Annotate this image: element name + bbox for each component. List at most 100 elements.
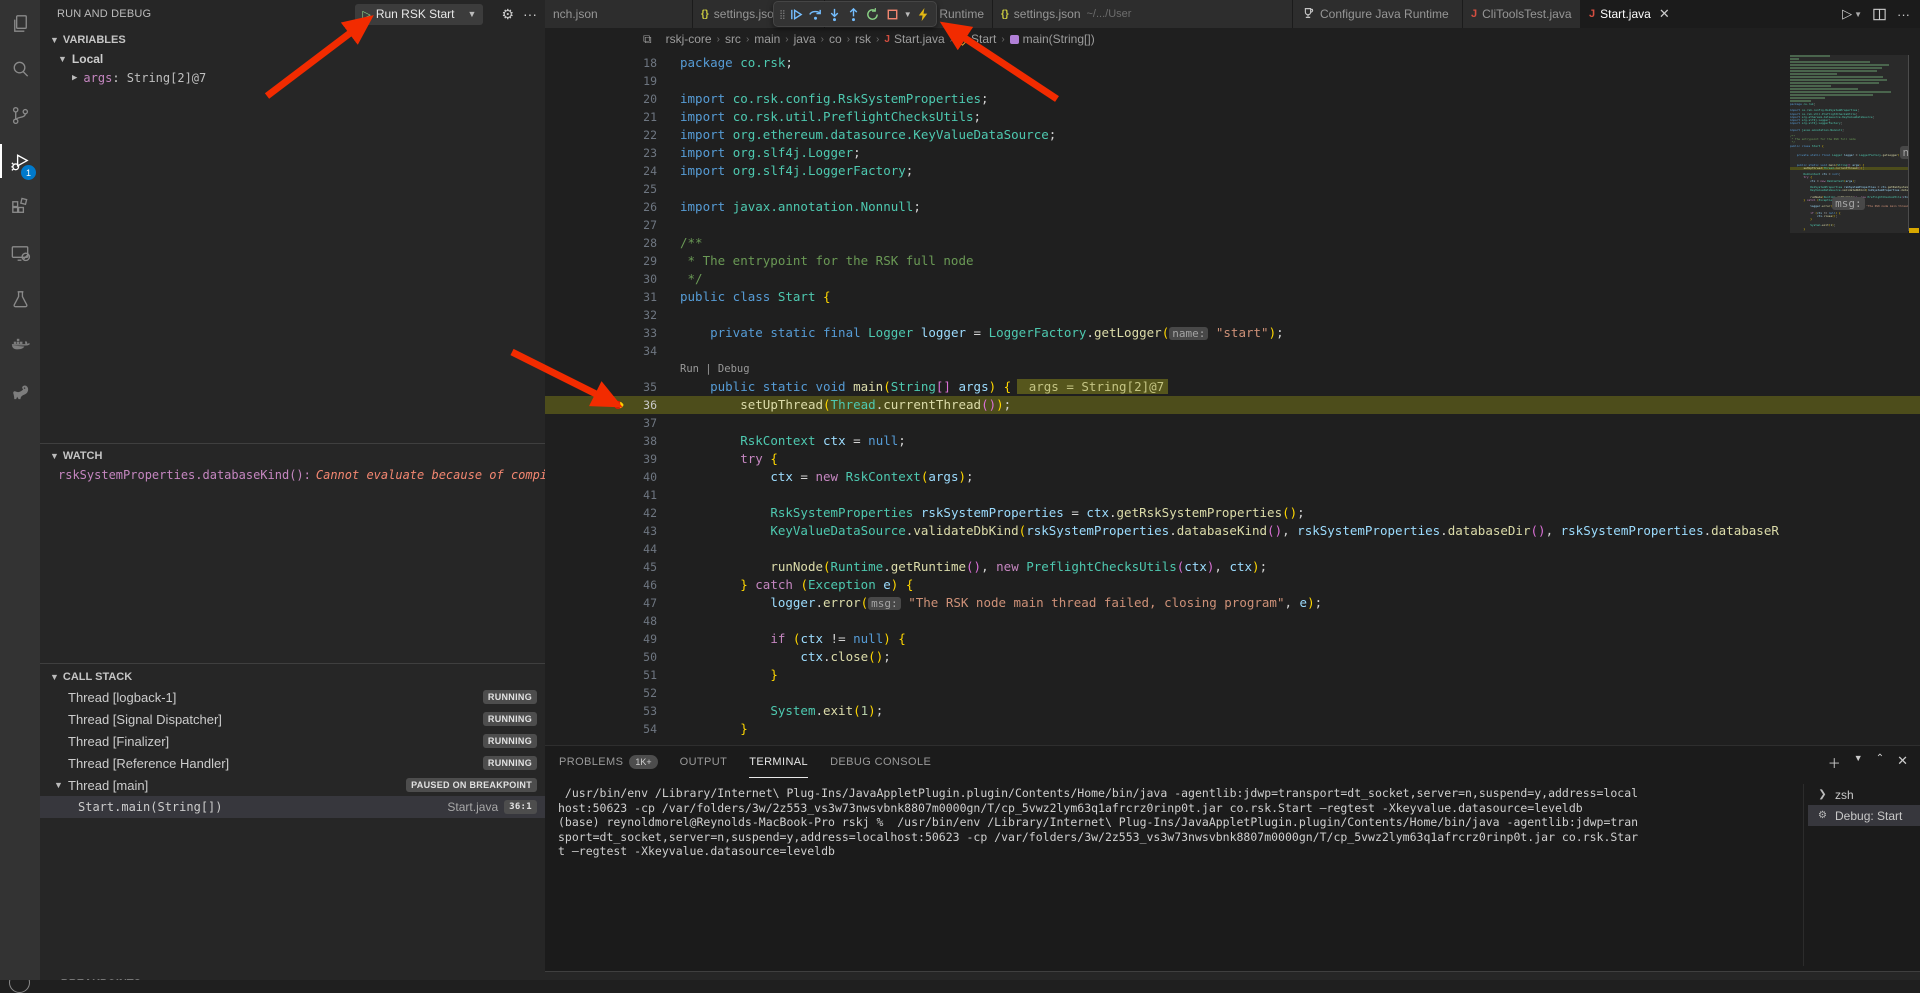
line-number[interactable]: 39 <box>545 450 657 468</box>
line-number[interactable]: 46 <box>545 576 657 594</box>
breadcrumb-item-start[interactable]: Start <box>958 32 996 46</box>
explorer-icon[interactable] <box>0 0 40 46</box>
call-stack-thread-row[interactable]: Thread [Finalizer]RUNNING <box>40 730 545 752</box>
code-line-34[interactable]: 34 <box>545 342 1920 360</box>
code-line-18[interactable]: 18package co.rsk; <box>545 54 1920 72</box>
code-line-21[interactable]: 21import co.rsk.util.PreflightChecksUtil… <box>545 108 1920 126</box>
step-over-icon[interactable] <box>808 7 823 22</box>
code-line-19[interactable]: 19 <box>545 72 1920 90</box>
tab-configure-java-runtime[interactable]: Configure Java Runtime <box>1293 0 1463 28</box>
code-line-54[interactable]: 54 } <box>545 720 1920 738</box>
line-number[interactable]: 26 <box>545 198 657 216</box>
minimap[interactable]: package co.rsk; import co.rsk.config.Rsk… <box>1790 55 1908 255</box>
breadcrumb-item-start-java[interactable]: JStart.java <box>884 32 944 46</box>
hot-code-replace-icon[interactable] <box>916 7 931 22</box>
line-number[interactable]: 49 <box>545 630 657 648</box>
code-line-29[interactable]: 29 * The entrypoint for the RSK full nod… <box>545 252 1920 270</box>
line-number[interactable]: 54 <box>545 720 657 738</box>
panel-tab-terminal[interactable]: TERMINAL <box>749 746 808 778</box>
code-line-33[interactable]: 33 private static final Logger logger = … <box>545 324 1920 342</box>
tab-start-java[interactable]: JStart.java✕ <box>1581 0 1678 28</box>
watch-expression-row[interactable]: rskSystemProperties.databaseKind(): Cann… <box>40 465 545 484</box>
line-number[interactable]: 47 <box>545 594 657 612</box>
line-number[interactable]: 50 <box>545 648 657 666</box>
variable-row-args[interactable]: ▶ args : String[2]@7 <box>40 68 545 87</box>
code-line-39[interactable]: 39 try { <box>545 450 1920 468</box>
breadcrumb-item-rsk[interactable]: rsk <box>855 32 871 46</box>
call-stack-section-header[interactable]: ▼ CALL STACK <box>40 667 545 686</box>
line-number[interactable]: 32 <box>545 306 657 324</box>
code-line-35[interactable]: 35 public static void main(String[] args… <box>545 378 1920 396</box>
run-and-debug-icon[interactable]: 1 <box>0 138 40 184</box>
line-number[interactable]: 44 <box>545 540 657 558</box>
run-or-debug-button[interactable]: ▷▼ <box>1842 6 1862 22</box>
extensions-icon[interactable] <box>0 184 40 230</box>
code-line-28[interactable]: 28/** <box>545 234 1920 252</box>
code-line-41[interactable]: 41 <box>545 486 1920 504</box>
line-number[interactable]: 38 <box>545 432 657 450</box>
code-line-53[interactable]: 53 System.exit(1); <box>545 702 1920 720</box>
line-number[interactable]: 28 <box>545 234 657 252</box>
close-icon[interactable]: ✕ <box>1659 6 1670 22</box>
breadcrumb-item-rskj-core[interactable]: rskj-core <box>666 32 712 46</box>
source-control-icon[interactable] <box>0 92 40 138</box>
code-line-45[interactable]: 45 runNode(Runtime.getRuntime(), new Pre… <box>545 558 1920 576</box>
line-number[interactable]: 25 <box>545 180 657 198</box>
code-line-51[interactable]: 51 } <box>545 666 1920 684</box>
search-icon[interactable] <box>0 46 40 92</box>
breakpoints-section-header[interactable]: ▶ BREAKPOINTS <box>40 975 1920 980</box>
code-line-48[interactable]: 48 <box>545 612 1920 630</box>
code-line-52[interactable]: 52 <box>545 684 1920 702</box>
tab-clitoolstest-java[interactable]: JCliToolsTest.java <box>1463 0 1581 28</box>
line-number[interactable]: 20 <box>545 90 657 108</box>
split-editor-icon[interactable] <box>1872 7 1887 22</box>
code-line-50[interactable]: 50 ctx.close(); <box>545 648 1920 666</box>
maximize-panel-icon[interactable]: ⌃ <box>1876 753 1884 772</box>
line-number[interactable]: 48 <box>545 612 657 630</box>
line-number[interactable]: 37 <box>545 414 657 432</box>
line-number[interactable]: 24 <box>545 162 657 180</box>
code-line-25[interactable]: 25 <box>545 180 1920 198</box>
watch-section-header[interactable]: ▼ WATCH <box>40 446 545 465</box>
code-line-44[interactable]: 44 <box>545 540 1920 558</box>
breadcrumb-item-java[interactable]: java <box>794 32 816 46</box>
panel-tab-output[interactable]: OUTPUT <box>680 746 728 778</box>
line-number[interactable]: 41 <box>545 486 657 504</box>
more-actions-icon[interactable]: ··· <box>1897 7 1910 22</box>
toolbar-drag-handle[interactable]: ⣿ <box>779 10 785 18</box>
run-configuration-dropdown[interactable]: ▷ Run RSK Start ▼ <box>355 4 483 25</box>
line-number[interactable]: 33 <box>545 324 657 342</box>
terminal-dropdown-icon[interactable]: ▼ <box>1854 753 1863 772</box>
line-number[interactable]: 36 <box>545 396 657 414</box>
line-number[interactable]: 29 <box>545 252 657 270</box>
panel-tab-problems[interactable]: PROBLEMS1K+ <box>559 746 658 778</box>
line-number[interactable]: 45 <box>545 558 657 576</box>
breadcrumb-item-co[interactable]: co <box>829 32 842 46</box>
code-line-36[interactable]: 36 setUpThread(Thread.currentThread()); <box>545 396 1920 414</box>
step-into-icon[interactable] <box>827 7 842 22</box>
restore-editors-icon[interactable]: ⧉ <box>643 32 652 47</box>
gear-icon[interactable]: ⚙ <box>501 6 514 23</box>
line-number[interactable]: 35 <box>545 378 657 396</box>
line-number[interactable]: 53 <box>545 702 657 720</box>
gradle-icon[interactable] <box>0 368 40 414</box>
line-number[interactable]: 30 <box>545 270 657 288</box>
variables-scope-local[interactable]: ▼ Local <box>40 49 545 68</box>
line-number[interactable]: 51 <box>545 666 657 684</box>
code-line-30[interactable]: 30 */ <box>545 270 1920 288</box>
code-line-47[interactable]: 47 logger.error(msg: "The RSK node main … <box>545 594 1920 612</box>
tab-nch-json[interactable]: nch.json <box>545 0 693 28</box>
variables-section-header[interactable]: ▼ VARIABLES <box>40 30 545 49</box>
docker-icon[interactable] <box>0 322 40 368</box>
terminal-session-debug-start[interactable]: ⚙Debug: Start <box>1808 805 1920 826</box>
breadcrumb-item-main-string-[interactable]: main(String[]) <box>1010 32 1095 46</box>
code-line-38[interactable]: 38 RskContext ctx = null; <box>545 432 1920 450</box>
code-line-37[interactable]: 37 <box>545 414 1920 432</box>
code-line-26[interactable]: 26import javax.annotation.Nonnull; <box>545 198 1920 216</box>
code-editor[interactable]: 18package co.rsk;1920import co.rsk.confi… <box>545 50 1920 745</box>
code-line-31[interactable]: 31public class Start { <box>545 288 1920 306</box>
stop-dropdown-chevron-icon[interactable]: ▼ <box>904 10 912 19</box>
code-line-20[interactable]: 20import co.rsk.config.RskSystemProperti… <box>545 90 1920 108</box>
code-line-49[interactable]: 49 if (ctx != null) { <box>545 630 1920 648</box>
line-number[interactable]: 27 <box>545 216 657 234</box>
